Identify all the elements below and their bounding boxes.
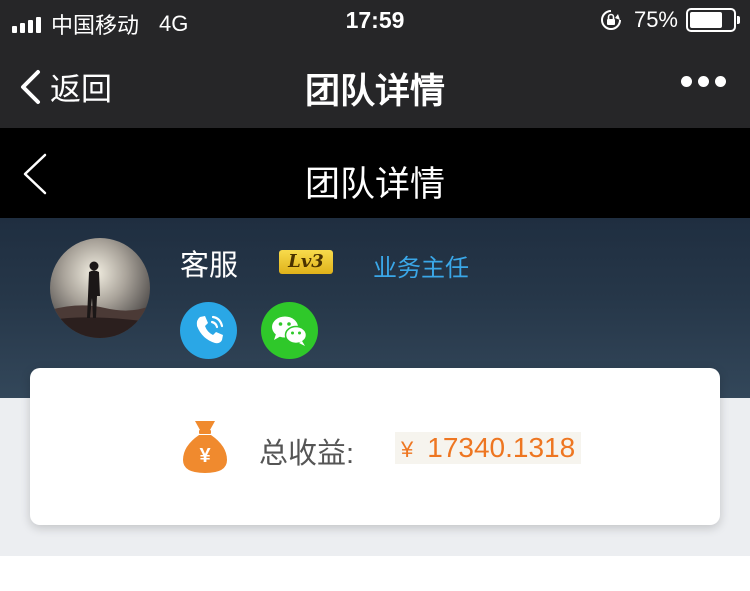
rotation-lock-icon [600,10,621,30]
svg-text:¥: ¥ [199,445,211,467]
member-name: 客服 [180,250,239,282]
call-button[interactable] [180,302,237,359]
page-header: 团队详情 [0,128,750,218]
currency-symbol: ¥ [401,437,414,462]
money-bag-icon: ¥ [183,421,227,473]
back-label: 返回 [50,72,112,107]
level-badge: Lv3 [279,250,333,274]
wechat-nav-bar: 返回 团队详情 [0,40,750,128]
status-right: 75% [600,7,740,33]
more-button[interactable] [681,76,726,87]
wechat-button[interactable] [261,302,318,359]
wechat-icon [272,316,308,346]
signal-strength-icon [12,15,41,33]
page-title: 团队详情 [304,165,445,204]
status-left: 中国移动 4G [12,8,188,40]
chevron-left-icon [21,69,40,104]
network-type: 4G [159,11,189,36]
earnings-amount: 17340.1318 [427,432,576,463]
avatar [50,238,150,338]
page-back-button[interactable] [20,152,50,196]
phone-icon [196,315,224,344]
total-earnings-label: 总收益: [259,438,355,470]
status-bar: 中国移动 4G 17:59 75% [0,0,750,40]
earnings-card: ¥ 总收益: ¥17340.1318 [30,368,720,525]
carrier-name: 中国移动 [51,13,140,38]
nav-title: 团队详情 [304,72,445,111]
battery-icon [686,8,740,32]
member-role: 业务主任 [373,255,469,282]
back-button[interactable]: 返回 [18,64,112,109]
battery-level [690,12,722,28]
ellipsis-icon [681,76,692,87]
battery-percent: 75% [633,7,678,32]
total-earnings-value: ¥17340.1318 [395,432,582,464]
